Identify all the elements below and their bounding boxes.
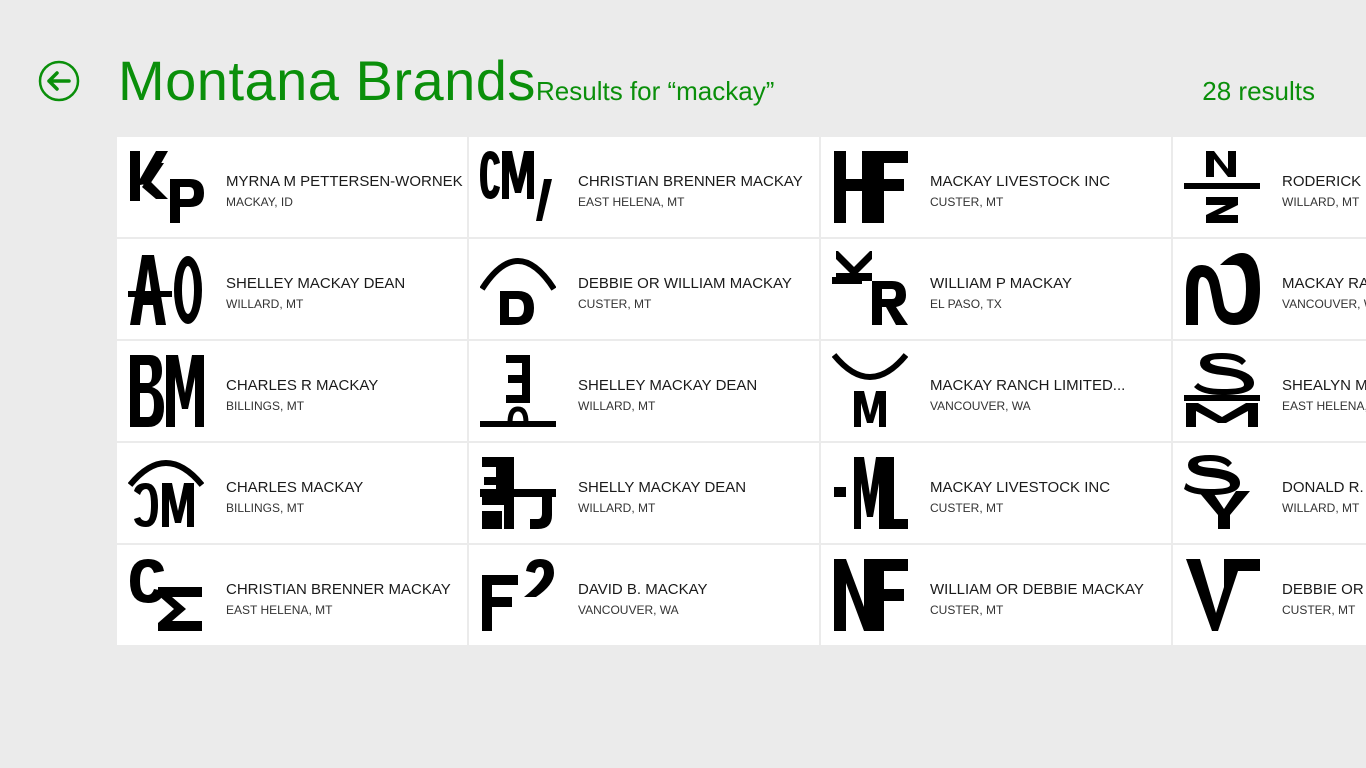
result-tile[interactable]: MACKAY LIVESTOCK INC CUSTER, MT xyxy=(821,137,1171,237)
back-arrow-icon[interactable] xyxy=(38,60,80,102)
brand-vt-icon xyxy=(1186,559,1260,631)
brand-nf-icon xyxy=(834,559,908,631)
owner-location: CUSTER, MT xyxy=(578,297,652,311)
brand-kp-icon xyxy=(130,151,204,223)
result-tile[interactable]: RODERICK M WILLARD, MT xyxy=(1173,137,1366,237)
result-tile[interactable]: MYRNA M PETTERSEN-WORNEK MACKAY, ID xyxy=(117,137,467,237)
brand-hf-icon xyxy=(834,151,908,223)
owner-location: CUSTER, MT xyxy=(1282,603,1356,617)
owner-location: WILLARD, MT xyxy=(1282,501,1360,515)
results-grid: MYRNA M PETTERSEN-WORNEK MACKAY, ID SHEL… xyxy=(117,137,1366,645)
owner-location: WILLARD, MT xyxy=(578,501,656,515)
brand-dash-ml-icon xyxy=(834,457,908,529)
brand-cm-slash-icon xyxy=(480,151,552,221)
owner-location: VANCOUVER, WA xyxy=(930,399,1031,413)
owner-name: CHRISTIAN BRENNER MACKAY xyxy=(578,173,803,190)
owner-name: CHARLES R MACKAY xyxy=(226,377,379,394)
page-header: Montana Brands Results for “mackay” 28 r… xyxy=(0,0,1366,130)
brand-arc-m-icon xyxy=(832,353,908,427)
page-title: Montana Brands xyxy=(118,49,536,112)
brand-c-sigma-icon xyxy=(130,559,202,631)
owner-location: MACKAY, ID xyxy=(226,195,293,209)
result-tile[interactable]: DEBBIE OR WILLIAM MACKAY CUSTER, MT xyxy=(469,239,819,339)
result-tile[interactable]: CHRISTIAN BRENNER MACKAY EAST HELENA, MT xyxy=(469,137,819,237)
result-tile[interactable]: SHELLEY MACKAY DEAN WILLARD, MT xyxy=(117,239,467,339)
result-tile[interactable]: WILLIAM P MACKAY EL PASO, TX xyxy=(821,239,1171,339)
brand-arc-d-icon xyxy=(480,258,556,325)
brand-s-bar-m-icon xyxy=(1184,353,1260,427)
brand-e-bar-icon xyxy=(480,355,556,427)
owner-name: WILLIAM OR DEBBIE MACKAY xyxy=(930,581,1144,598)
owner-location: WILLARD, MT xyxy=(1282,195,1360,209)
result-tile[interactable]: DEBBIE OR W CUSTER, MT xyxy=(1173,545,1366,645)
owner-location: EAST HELENA, MT xyxy=(578,195,685,209)
brand-f2-icon xyxy=(482,559,554,631)
owner-name: MACKAY RANCH LIMITED... xyxy=(930,377,1126,394)
result-tile[interactable]: MACKAY RANCH LIMITED... VANCOUVER, WA xyxy=(821,341,1171,441)
owner-location: VANCOUVER, W xyxy=(1282,297,1366,311)
brand-e-h-j-icon xyxy=(480,457,556,529)
owner-name: SHEALYN MA xyxy=(1282,377,1366,394)
brand-n-bar-z-icon xyxy=(1184,151,1260,223)
owner-location: WILLARD, MT xyxy=(578,399,656,413)
brand-arc-cm-icon xyxy=(128,460,204,527)
brand-sy-icon xyxy=(1184,455,1250,529)
owner-name: CHARLES MACKAY xyxy=(226,479,364,496)
owner-location: EAST HELENA, M xyxy=(1282,399,1366,413)
owner-name: SHELLY MACKAY DEAN xyxy=(578,479,747,496)
result-tile[interactable]: CHARLES MACKAY BILLINGS, MT xyxy=(117,443,467,543)
owner-location: EAST HELENA, MT xyxy=(226,603,333,617)
result-tile[interactable]: MACKAY RAN VANCOUVER, W xyxy=(1173,239,1366,339)
owner-location: CUSTER, MT xyxy=(930,501,1004,515)
brand-lazy-2-icon xyxy=(1186,253,1260,325)
results-count: 28 results xyxy=(1202,76,1315,106)
brand-kr-icon xyxy=(832,251,908,325)
owner-name: MYRNA M PETTERSEN-WORNEK xyxy=(226,173,463,190)
owner-name: MACKAY LIVESTOCK INC xyxy=(930,479,1111,496)
owner-location: WILLARD, MT xyxy=(226,297,304,311)
result-tile[interactable]: SHELLY MACKAY DEAN WILLARD, MT xyxy=(469,443,819,543)
owner-location: BILLINGS, MT xyxy=(226,501,305,515)
owner-name: SHELLEY MACKAY DEAN xyxy=(226,275,406,292)
brand-a-o-icon xyxy=(128,255,202,325)
owner-name: MACKAY LIVESTOCK INC xyxy=(930,173,1111,190)
result-tile[interactable]: CHRISTIAN BRENNER MACKAY EAST HELENA, MT xyxy=(117,545,467,645)
result-tile[interactable]: CHARLES R MACKAY BILLINGS, MT xyxy=(117,341,467,441)
search-query-label: Results for “mackay” xyxy=(536,76,775,106)
owner-name: DONALD R. C xyxy=(1282,479,1366,496)
result-tile[interactable]: DONALD R. C WILLARD, MT xyxy=(1173,443,1366,543)
result-tile[interactable]: WILLIAM OR DEBBIE MACKAY CUSTER, MT xyxy=(821,545,1171,645)
result-tile[interactable]: MACKAY LIVESTOCK INC CUSTER, MT xyxy=(821,443,1171,543)
owner-location: CUSTER, MT xyxy=(930,195,1004,209)
result-tile[interactable]: SHEALYN MA EAST HELENA, M xyxy=(1173,341,1366,441)
result-tile[interactable]: SHELLEY MACKAY DEAN WILLARD, MT xyxy=(469,341,819,441)
result-tile[interactable]: DAVID B. MACKAY VANCOUVER, WA xyxy=(469,545,819,645)
owner-name: SHELLEY MACKAY DEAN xyxy=(578,377,758,394)
owner-name: DEBBIE OR W xyxy=(1282,581,1366,598)
owner-location: VANCOUVER, WA xyxy=(578,603,679,617)
owner-name: DEBBIE OR WILLIAM MACKAY xyxy=(578,275,792,292)
owner-location: CUSTER, MT xyxy=(930,603,1004,617)
owner-name: MACKAY RAN xyxy=(1282,275,1366,292)
owner-location: EL PASO, TX xyxy=(930,297,1002,311)
owner-location: BILLINGS, MT xyxy=(226,399,305,413)
owner-name: WILLIAM P MACKAY xyxy=(930,275,1072,292)
brand-bm-icon xyxy=(130,355,204,427)
owner-name: RODERICK M xyxy=(1282,173,1366,190)
owner-name: CHRISTIAN BRENNER MACKAY xyxy=(226,581,451,598)
owner-name: DAVID B. MACKAY xyxy=(578,581,708,598)
